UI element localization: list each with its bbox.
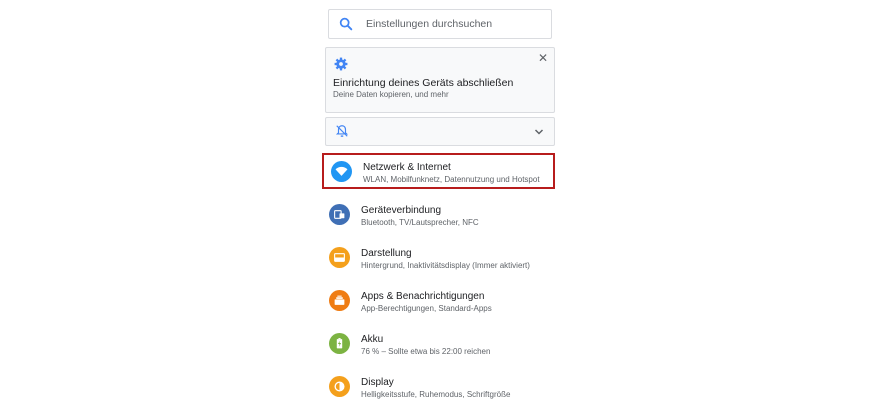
notifications-off-icon — [335, 125, 349, 137]
settings-item-desc: WLAN, Mobilfunknetz, Datennutzung und Ho… — [363, 175, 540, 184]
brightness-icon — [329, 376, 350, 397]
settings-item-connected-devices[interactable]: Geräteverbindung Bluetooth, TV/Lautsprec… — [322, 198, 555, 234]
settings-item-desc: Hintergrund, Inaktivitätsdisplay (Immer … — [361, 261, 530, 270]
settings-item-desc: App-Berechtigungen, Standard-Apps — [361, 304, 492, 313]
settings-item-label: Display — [361, 377, 394, 388]
setup-card[interactable]: ✕ Einrichtung deines Geräts abschließen … — [325, 47, 555, 113]
settings-item-label: Netzwerk & Internet — [363, 162, 451, 173]
dnd-bar[interactable] — [325, 117, 555, 146]
settings-item-display-style[interactable]: Darstellung Hintergrund, Inaktivitätsdis… — [322, 241, 555, 277]
settings-item-desc: Bluetooth, TV/Lautsprecher, NFC — [361, 218, 479, 227]
search-bar[interactable]: Einstellungen durchsuchen — [328, 9, 552, 39]
search-icon — [339, 17, 353, 31]
settings-item-label: Darstellung — [361, 248, 412, 259]
settings-item-display[interactable]: Display Helligkeitsstufe, Ruhemodus, Sch… — [322, 370, 555, 406]
wifi-icon — [331, 161, 352, 182]
apps-icon — [329, 290, 350, 311]
settings-item-desc: 76 % – Sollte etwa bis 22:00 reichen — [361, 347, 491, 356]
settings-item-battery[interactable]: Akku 76 % – Sollte etwa bis 22:00 reiche… — [322, 327, 555, 363]
close-icon[interactable]: ✕ — [538, 51, 548, 65]
setup-card-title: Einrichtung deines Geräts abschließen — [333, 77, 514, 89]
battery-icon — [329, 333, 350, 354]
display-style-icon — [329, 247, 350, 268]
gear-icon — [334, 57, 348, 71]
settings-item-label: Geräteverbindung — [361, 205, 442, 216]
settings-item-apps[interactable]: Apps & Benachrichtigungen App-Berechtigu… — [322, 284, 555, 320]
settings-item-network[interactable]: Netzwerk & Internet WLAN, Mobilfunknetz,… — [322, 153, 555, 189]
chevron-down-icon[interactable] — [533, 126, 545, 138]
settings-item-desc: Helligkeitsstufe, Ruhemodus, Schriftgröß… — [361, 390, 511, 399]
search-input[interactable]: Einstellungen durchsuchen — [366, 18, 492, 30]
settings-item-label: Apps & Benachrichtigungen — [361, 291, 485, 302]
settings-item-label: Akku — [361, 334, 384, 345]
devices-icon — [329, 204, 350, 225]
setup-card-subtitle: Deine Daten kopieren, und mehr — [333, 90, 449, 99]
